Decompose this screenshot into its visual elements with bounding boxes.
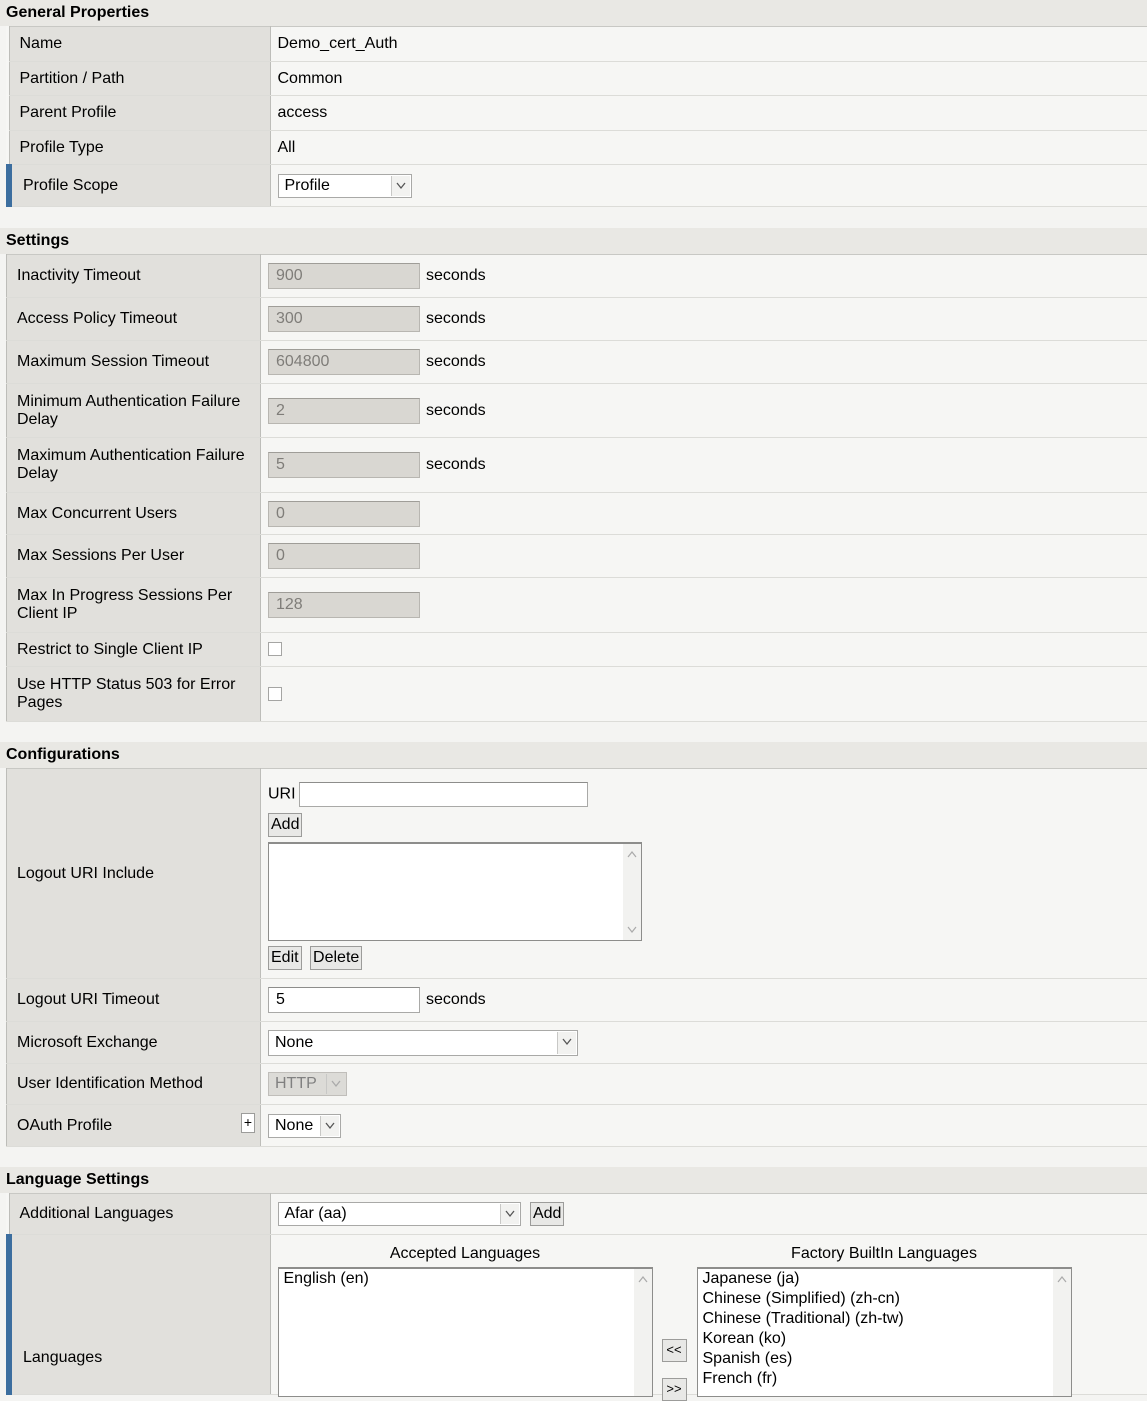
partition-value: Common — [270, 61, 1147, 96]
plus-icon[interactable]: + — [241, 1113, 255, 1133]
additional-languages-value: Afar (aa) — [284, 1205, 347, 1222]
move-left-button[interactable]: << — [661, 1339, 687, 1362]
uri-label: URI — [268, 785, 296, 803]
profile-type-value: All — [270, 130, 1147, 165]
user-identification-label: User Identification Method — [6, 1063, 261, 1105]
max-in-progress-sessions-label: Max In Progress Sessions Per Client IP — [6, 577, 261, 633]
chevron-down-icon — [390, 175, 410, 196]
logout-uri-timeout-label: Logout URI Timeout — [6, 978, 261, 1022]
uri-add-button[interactable]: Add — [268, 813, 303, 837]
factory-languages-header: Factory BuiltIn Languages — [791, 1245, 977, 1262]
name-label: Name — [8, 26, 271, 62]
factory-language-item[interactable]: Korean (ko) — [698, 1329, 1071, 1349]
logout-uri-timeout-input[interactable]: 5 — [268, 987, 420, 1013]
accepted-languages-list[interactable]: English (en) — [277, 1267, 653, 1397]
restrict-single-ip-checkbox[interactable] — [268, 642, 282, 657]
max-sessions-per-user-label: Max Sessions Per User — [6, 534, 261, 578]
scroll-up-icon[interactable] — [627, 851, 637, 858]
profile-scope-label: Profile Scope — [6, 164, 271, 207]
languages-label: Languages — [6, 1234, 271, 1395]
min-auth-failure-delay-input[interactable]: 2 — [268, 397, 420, 424]
max-session-timeout-input[interactable]: 604800 — [268, 349, 420, 375]
min-auth-failure-delay-label: Minimum Authentication Failure Delay — [6, 383, 261, 438]
access-policy-timeout-label: Access Policy Timeout — [6, 297, 261, 341]
oauth-profile-label-cell: OAuth Profile + — [6, 1104, 261, 1147]
max-auth-failure-delay-label: Maximum Authentication Failure Delay — [6, 437, 261, 493]
profile-scope-value: Profile — [284, 176, 330, 194]
factory-language-item[interactable]: Chinese (Simplified) (zh-cn) — [698, 1289, 1071, 1309]
accepted-languages-header: Accepted Languages — [389, 1245, 541, 1262]
factory-language-item[interactable]: French (fr) — [698, 1369, 1071, 1389]
logout-uri-list[interactable] — [268, 842, 642, 941]
language-settings-table: Additional Languages Afar (aa) Add Langu… — [6, 1193, 1147, 1401]
logout-uri-timeout-unit: seconds — [426, 991, 486, 1008]
chevron-down-icon — [499, 1204, 519, 1224]
scrollbar[interactable] — [633, 1269, 652, 1396]
microsoft-exchange-label: Microsoft Exchange — [6, 1021, 261, 1064]
additional-languages-label: Additional Languages — [8, 1193, 271, 1235]
oauth-profile-value: None — [275, 1116, 314, 1134]
configurations-table: Logout URI Include URI Add Edit Delete L… — [6, 768, 1147, 1147]
general-properties-table: Name Demo_cert_Auth Partition / Path Com… — [6, 26, 1147, 207]
restrict-single-ip-label: Restrict to Single Client IP — [6, 632, 261, 667]
microsoft-exchange-select[interactable]: None — [268, 1029, 578, 1056]
scroll-up-icon[interactable] — [1057, 1276, 1067, 1283]
oauth-profile-label: OAuth Profile — [17, 1116, 113, 1134]
factory-language-item[interactable]: Chinese (Traditional) (zh-tw) — [698, 1309, 1071, 1329]
uri-input[interactable] — [298, 782, 588, 807]
chevron-down-icon — [320, 1115, 339, 1136]
http-503-checkbox[interactable] — [268, 686, 282, 701]
accepted-language-item[interactable]: English (en) — [279, 1269, 652, 1289]
inactivity-timeout-input[interactable]: 900 — [268, 263, 420, 289]
general-properties-title: General Properties — [0, 0, 1147, 26]
profile-scope-select[interactable]: Profile — [277, 173, 412, 198]
max-sessions-per-user-input[interactable]: 0 — [268, 543, 420, 569]
http-503-label: Use HTTP Status 503 for Error Pages — [6, 666, 261, 722]
language-settings-title: Language Settings — [0, 1167, 1147, 1193]
max-auth-failure-delay-unit: seconds — [426, 456, 486, 473]
additional-languages-select[interactable]: Afar (aa) — [277, 1202, 521, 1226]
partition-label: Partition / Path — [8, 61, 271, 96]
uri-delete-button[interactable]: Delete — [310, 946, 363, 970]
user-identification-value: HTTP — [275, 1075, 317, 1092]
chevron-down-icon — [557, 1031, 576, 1054]
parent-profile-label: Parent Profile — [8, 95, 271, 131]
max-in-progress-sessions-input[interactable]: 128 — [268, 592, 420, 618]
max-concurrent-users-input[interactable]: 0 — [268, 500, 420, 527]
settings-table: Inactivity Timeout 900 seconds Access Pol… — [6, 254, 1147, 722]
microsoft-exchange-value: None — [275, 1033, 314, 1051]
factory-languages-list[interactable]: Japanese (ja) Chinese (Simplified) (zh-c… — [696, 1267, 1072, 1397]
oauth-profile-select[interactable]: None — [268, 1113, 341, 1138]
factory-language-item[interactable]: Japanese (ja) — [698, 1269, 1071, 1289]
scrollbar[interactable] — [1052, 1269, 1071, 1396]
access-policy-timeout-input[interactable]: 300 — [268, 306, 420, 332]
name-value: Demo_cert_Auth — [270, 26, 1147, 62]
uri-edit-button[interactable]: Edit — [268, 946, 302, 970]
max-session-timeout-unit: seconds — [426, 353, 486, 370]
settings-title: Settings — [0, 228, 1147, 254]
profile-type-label: Profile Type — [8, 130, 271, 165]
min-auth-failure-delay-unit: seconds — [426, 401, 486, 419]
logout-uri-include-label: Logout URI Include — [6, 768, 261, 979]
inactivity-timeout-unit: seconds — [426, 267, 486, 284]
max-auth-failure-delay-input[interactable]: 5 — [268, 452, 420, 478]
chevron-down-icon — [326, 1074, 345, 1094]
configurations-title: Configurations — [0, 742, 1147, 768]
scroll-down-icon[interactable] — [627, 926, 637, 933]
access-policy-timeout-unit: seconds — [426, 310, 486, 327]
inactivity-timeout-label: Inactivity Timeout — [6, 254, 261, 298]
scroll-up-icon[interactable] — [638, 1276, 648, 1283]
factory-language-item[interactable]: Spanish (es) — [698, 1349, 1071, 1369]
additional-languages-add-button[interactable]: Add — [529, 1202, 565, 1226]
max-concurrent-users-label: Max Concurrent Users — [6, 492, 261, 535]
max-session-timeout-label: Maximum Session Timeout — [6, 340, 261, 384]
parent-profile-value: access — [270, 95, 1147, 131]
scrollbar[interactable] — [623, 844, 641, 940]
user-identification-select[interactable]: HTTP — [268, 1072, 347, 1096]
